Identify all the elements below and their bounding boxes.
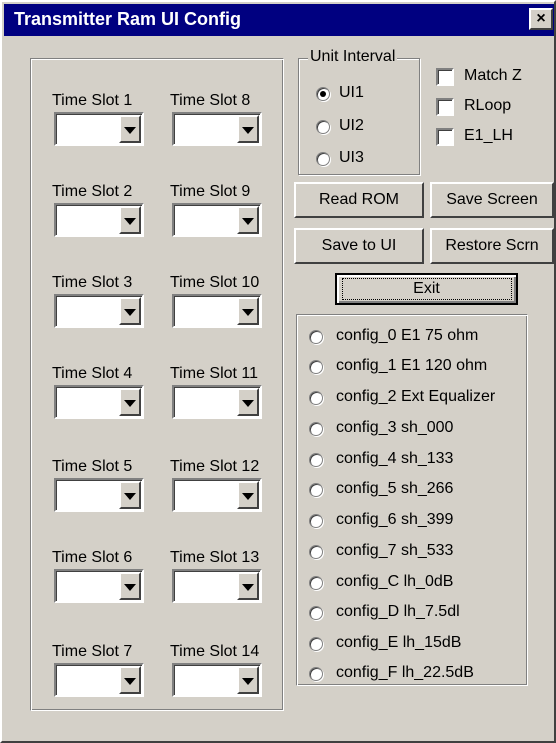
time-slot-11-label: Time Slot 11	[170, 365, 259, 382]
chevron-down-icon[interactable]	[119, 481, 141, 509]
chevron-down-icon[interactable]	[237, 666, 259, 694]
ui2-label[interactable]: UI2	[339, 117, 364, 135]
config-2-radio[interactable]	[309, 391, 323, 405]
config-4-label[interactable]: config_4 sh_133	[336, 450, 453, 468]
config-e-radio[interactable]	[309, 637, 323, 651]
config-d-radio[interactable]	[309, 606, 323, 620]
ui3-radio[interactable]	[316, 152, 330, 166]
ui3-label[interactable]: UI3	[339, 149, 364, 167]
config-3-radio[interactable]	[309, 422, 323, 436]
time-slot-6-label: Time Slot 6	[52, 549, 133, 566]
config-d-label[interactable]: config_D lh_7.5dl	[336, 603, 460, 621]
config-window: Transmitter Ram UI Config × Time Slot 1 …	[0, 0, 556, 743]
time-slot-4-label: Time Slot 4	[52, 365, 133, 382]
config-5-label[interactable]: config_5 sh_266	[336, 480, 453, 498]
time-slot-14-label: Time Slot 14	[170, 643, 260, 660]
time-slot-13-combo[interactable]	[172, 569, 262, 603]
config-4-radio[interactable]	[309, 453, 323, 467]
exit-button[interactable]: Exit	[335, 273, 518, 305]
close-button[interactable]: ×	[529, 8, 553, 30]
time-slot-1-combo[interactable]	[54, 112, 144, 146]
config-6-radio[interactable]	[309, 514, 323, 528]
time-slot-3-combo[interactable]	[54, 294, 144, 328]
chevron-down-icon[interactable]	[237, 206, 259, 234]
config-3-label[interactable]: config_3 sh_000	[336, 419, 453, 437]
time-slot-13-label: Time Slot 13	[170, 549, 260, 566]
config-1-label[interactable]: config_1 E1 120 ohm	[336, 357, 487, 375]
config-7-label[interactable]: config_7 sh_533	[336, 542, 453, 560]
chevron-down-icon[interactable]	[119, 666, 141, 694]
time-slot-8-combo[interactable]	[172, 112, 262, 146]
chevron-down-icon[interactable]	[119, 388, 141, 416]
time-slot-3-label: Time Slot 3	[52, 274, 133, 291]
e1-lh-label[interactable]: E1_LH	[464, 127, 513, 145]
match-z-checkbox[interactable]	[436, 68, 454, 86]
config-1-radio[interactable]	[309, 360, 323, 374]
ui1-label[interactable]: UI1	[339, 84, 364, 102]
config-f-label[interactable]: config_F lh_22.5dB	[336, 664, 474, 682]
ui1-radio[interactable]	[316, 87, 330, 101]
e1-lh-checkbox[interactable]	[436, 128, 454, 146]
chevron-down-icon[interactable]	[237, 388, 259, 416]
time-slot-12-combo[interactable]	[172, 478, 262, 512]
config-f-radio[interactable]	[309, 667, 323, 681]
config-6-label[interactable]: config_6 sh_399	[336, 511, 453, 529]
save-to-ui-button[interactable]: Save to UI	[294, 228, 424, 264]
chevron-down-icon[interactable]	[119, 206, 141, 234]
chevron-down-icon[interactable]	[237, 297, 259, 325]
time-slot-9-label: Time Slot 9	[170, 183, 251, 200]
config-5-radio[interactable]	[309, 483, 323, 497]
chevron-down-icon[interactable]	[119, 572, 141, 600]
match-z-label[interactable]: Match Z	[464, 67, 522, 85]
time-slot-4-combo[interactable]	[54, 385, 144, 419]
time-slot-6-combo[interactable]	[54, 569, 144, 603]
time-slot-2-label: Time Slot 2	[52, 183, 133, 200]
exit-button-label: Exit	[341, 278, 512, 300]
time-slot-14-combo[interactable]	[172, 663, 262, 697]
config-0-label[interactable]: config_0 E1 75 ohm	[336, 327, 478, 345]
time-slot-9-combo[interactable]	[172, 203, 262, 237]
read-rom-button[interactable]: Read ROM	[294, 182, 424, 218]
config-2-label[interactable]: config_2 Ext Equalizer	[336, 388, 495, 406]
config-7-radio[interactable]	[309, 545, 323, 559]
config-0-radio[interactable]	[309, 330, 323, 344]
time-slot-7-combo[interactable]	[54, 663, 144, 697]
time-slot-10-combo[interactable]	[172, 294, 262, 328]
time-slot-7-label: Time Slot 7	[52, 643, 133, 660]
time-slot-5-label: Time Slot 5	[52, 458, 133, 475]
radio-selected-dot	[320, 91, 326, 97]
restore-scrn-button[interactable]: Restore Scrn	[430, 228, 554, 264]
chevron-down-icon[interactable]	[237, 481, 259, 509]
config-c-radio[interactable]	[309, 576, 323, 590]
title-bar[interactable]: Transmitter Ram UI Config ×	[4, 4, 554, 36]
ui2-radio[interactable]	[316, 120, 330, 134]
config-c-label[interactable]: config_C lh_0dB	[336, 573, 453, 591]
unit-interval-legend: Unit Interval	[308, 48, 398, 66]
time-slot-1-label: Time Slot 1	[52, 92, 133, 109]
time-slot-5-combo[interactable]	[54, 478, 144, 512]
rloop-label[interactable]: RLoop	[464, 97, 511, 115]
time-slot-8-label: Time Slot 8	[170, 92, 251, 109]
chevron-down-icon[interactable]	[237, 115, 259, 143]
close-icon: ×	[536, 10, 546, 27]
time-slot-10-label: Time Slot 10	[170, 274, 260, 291]
chevron-down-icon[interactable]	[119, 297, 141, 325]
window-title: Transmitter Ram UI Config	[14, 9, 242, 29]
time-slot-11-combo[interactable]	[172, 385, 262, 419]
time-slot-12-label: Time Slot 12	[170, 458, 260, 475]
rloop-checkbox[interactable]	[436, 98, 454, 116]
chevron-down-icon[interactable]	[237, 572, 259, 600]
chevron-down-icon[interactable]	[119, 115, 141, 143]
save-screen-button[interactable]: Save Screen	[430, 182, 554, 218]
time-slot-2-combo[interactable]	[54, 203, 144, 237]
config-e-label[interactable]: config_E lh_15dB	[336, 634, 461, 652]
